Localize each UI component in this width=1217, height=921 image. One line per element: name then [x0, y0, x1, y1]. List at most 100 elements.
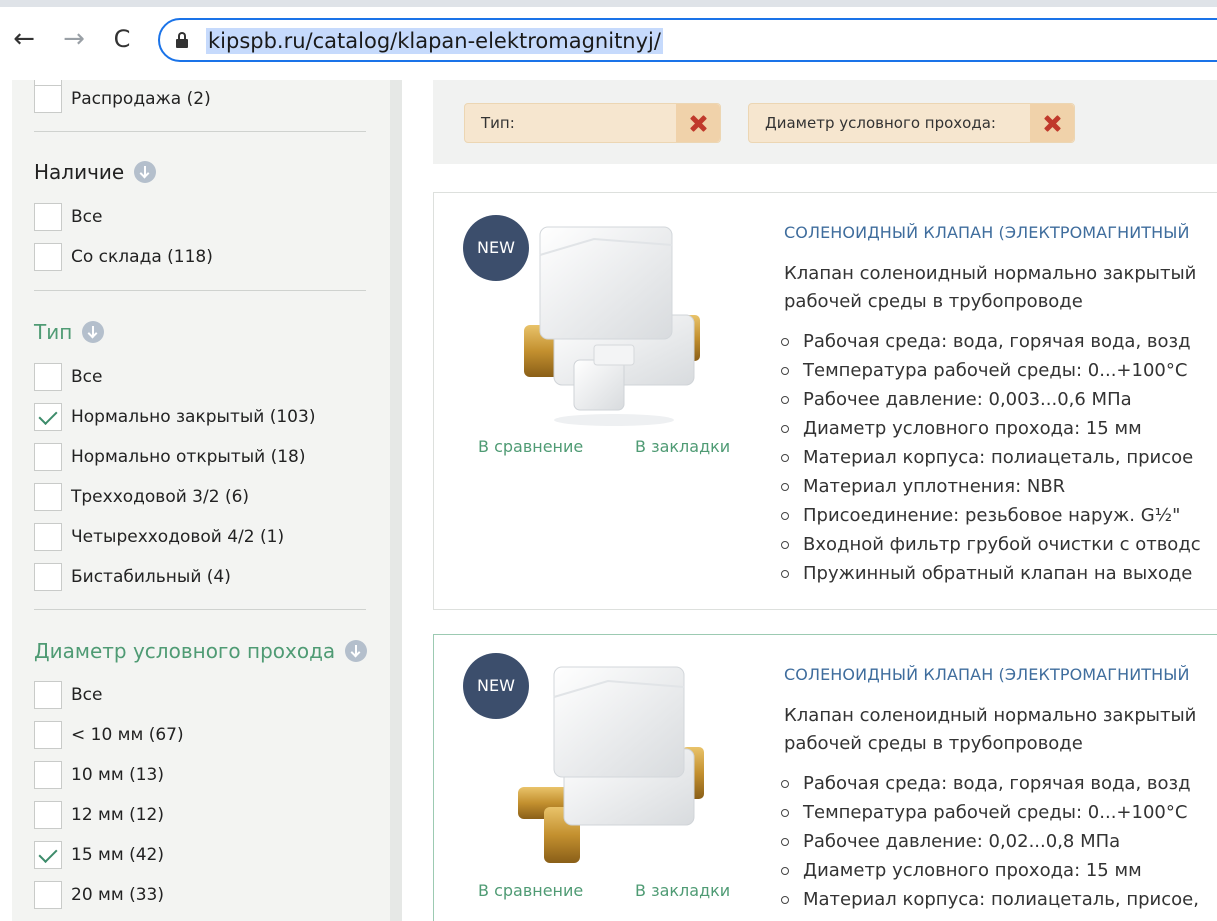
spec-item: Диаметр условного прохода: 15 мм: [778, 414, 1201, 443]
filter-option-label: Нормально открытый (18): [71, 447, 306, 467]
add-to-compare-link[interactable]: В сравнение: [478, 437, 583, 456]
product-specs: Рабочая среда: вода, горячая вода, возд …: [778, 327, 1201, 588]
lock-icon: [176, 32, 188, 48]
checkbox[interactable]: [34, 721, 62, 749]
arrow-down-circle-icon[interactable]: [134, 161, 157, 183]
product-image-solenoid-valve[interactable]: [514, 657, 714, 877]
checkbox[interactable]: [34, 563, 62, 591]
filter-option-label: Четырехходовой 4/2 (1): [71, 527, 285, 547]
product-title[interactable]: СОЛЕНОИДНЫЙ КЛАПАН (ЭЛЕКТРОМАГНИТНЫЙ: [784, 665, 1190, 684]
checkbox[interactable]: [34, 761, 62, 789]
filter-option-12[interactable]: 12 мм (12): [34, 800, 164, 830]
product-description-line-1: Клапан соленоидный нормально закрытый: [784, 705, 1197, 726]
filter-option-10[interactable]: 10 мм (13): [34, 760, 164, 790]
url-text[interactable]: kipspb.ru/catalog/klapan-elektromagnitny…: [206, 28, 663, 54]
filter-option-three-way[interactable]: Трехходовой 3/2 (6): [34, 482, 249, 512]
checkbox-checked[interactable]: [34, 403, 62, 431]
filter-sidebar: Распродажа (2) Наличие Все Со склада (11…: [12, 80, 390, 921]
filter-option-sale[interactable]: Распродажа (2): [34, 84, 211, 114]
filter-option-label: 15 мм (42): [71, 845, 164, 865]
sidebar-scroll-gutter: [390, 80, 402, 921]
checkbox[interactable]: [34, 243, 62, 271]
spec-item: Материал уплотнения: NBR: [778, 472, 1201, 501]
filter-option-bistable[interactable]: Бистабильный (4): [34, 562, 231, 592]
spec-item: Диаметр условного прохода: 15 мм: [778, 856, 1199, 885]
filter-option-label: Все: [71, 207, 103, 227]
filter-option-label: 12 мм (12): [71, 805, 164, 825]
active-filters-bar: Тип: Диаметр условного прохода:: [433, 80, 1217, 164]
product-image-solenoid-valve[interactable]: [514, 215, 714, 435]
add-to-compare-link[interactable]: В сравнение: [478, 881, 583, 900]
filter-option-label: Нормально закрытый (103): [71, 407, 316, 427]
product-description-line-1: Клапан соленоидный нормально закрытый: [784, 263, 1197, 284]
product-card[interactable]: NEW В сравнение В закладки СОЛЕНОИДНЫЙ К…: [433, 192, 1217, 610]
address-bar[interactable]: kipspb.ru/catalog/klapan-elektromagnitny…: [158, 18, 1217, 62]
filter-option-normally-open[interactable]: Нормально открытый (18): [34, 442, 305, 472]
tab-strip-edge: [0, 0, 1217, 7]
checkbox[interactable]: [34, 523, 62, 551]
filter-option-label: Трехходовой 3/2 (6): [71, 487, 250, 507]
active-filter-diameter: Диаметр условного прохода:: [748, 103, 1075, 143]
product-description-line-2: рабочей среды в трубопроводе: [784, 733, 1083, 754]
reload-icon[interactable]: C: [106, 22, 138, 56]
checkbox[interactable]: [34, 801, 62, 829]
filter-option-15[interactable]: 15 мм (42): [34, 840, 164, 870]
filter-option-label: Со склада (118): [71, 247, 213, 267]
filter-option-label: Все: [71, 367, 103, 387]
spec-item: Рабочая среда: вода, горячая вода, возд: [778, 769, 1199, 798]
arrow-down-circle-icon[interactable]: [345, 640, 368, 662]
filter-option-in-stock[interactable]: Со склада (118): [34, 242, 213, 272]
active-filter-type: Тип:: [464, 103, 721, 143]
product-title[interactable]: СОЛЕНОИДНЫЙ КЛАПАН (ЭЛЕКТРОМАГНИТНЫЙ: [784, 223, 1190, 242]
add-to-bookmarks-link[interactable]: В закладки: [635, 881, 730, 900]
back-arrow-icon[interactable]: ←: [8, 22, 40, 56]
product-specs: Рабочая среда: вода, горячая вода, возд …: [778, 769, 1199, 914]
arrow-down-circle-icon[interactable]: [82, 321, 105, 343]
checkbox[interactable]: [34, 681, 62, 709]
filter-option-label: Бистабильный (4): [71, 567, 231, 587]
checkbox[interactable]: [34, 483, 62, 511]
filter-option-normally-closed[interactable]: Нормально закрытый (103): [34, 402, 315, 432]
divider: [34, 131, 366, 132]
filter-option-label: < 10 мм (67): [71, 725, 184, 745]
spec-item: Материал корпуса: полиацеталь, присое,: [778, 885, 1199, 914]
checkbox[interactable]: [34, 881, 62, 909]
chip-label: Тип:: [481, 114, 515, 132]
spec-item: Температура рабочей среды: 0...+100°C: [778, 356, 1201, 385]
checkbox[interactable]: [34, 203, 62, 231]
spec-item: Рабочая среда: вода, горячая вода, возд: [778, 327, 1201, 356]
checkbox-checked[interactable]: [34, 841, 62, 869]
filter-option-lt-10[interactable]: < 10 мм (67): [34, 720, 184, 750]
spec-item: Пружинный обратный клапан на выходе: [778, 559, 1201, 588]
filter-option-20[interactable]: 20 мм (33): [34, 880, 164, 910]
browser-toolbar: ← → C kipspb.ru/catalog/klapan-elektroma…: [0, 0, 1217, 80]
filter-option-label: Все: [71, 685, 103, 705]
filter-title-diameter[interactable]: Диаметр условного прохода: [34, 636, 368, 666]
remove-filter-icon[interactable]: [676, 104, 720, 142]
spec-item: Рабочее давление: 0,003...0,6 МПа: [778, 385, 1201, 414]
filter-option-type-all[interactable]: Все: [34, 362, 102, 392]
product-card[interactable]: NEW В сравнение В закладки СОЛЕНОИДНЫЙ К…: [433, 634, 1217, 921]
filter-option-diameter-all[interactable]: Все: [34, 680, 102, 710]
remove-filter-icon[interactable]: [1030, 104, 1074, 142]
spec-item: Рабочее давление: 0,02...0,8 МПа: [778, 827, 1199, 856]
filter-option-label: 10 мм (13): [71, 765, 164, 785]
chip-label: Диаметр условного прохода:: [765, 114, 996, 132]
divider: [34, 609, 366, 610]
checkbox[interactable]: [34, 363, 62, 391]
filter-title-type[interactable]: Тип: [34, 317, 105, 347]
product-description-line-2: рабочей среды в трубопроводе: [784, 291, 1083, 312]
checkbox-sale[interactable]: [34, 85, 62, 113]
filter-option-availability-all[interactable]: Все: [34, 202, 102, 232]
add-to-bookmarks-link[interactable]: В закладки: [635, 437, 730, 456]
filter-option-label: Распродажа (2): [71, 89, 211, 109]
filter-option-label: 20 мм (33): [71, 885, 164, 905]
spec-item: Материал корпуса: полиацеталь, присое: [778, 443, 1201, 472]
spec-item: Присоединение: резьбовое наруж. G½": [778, 501, 1201, 530]
forward-arrow-icon[interactable]: →: [58, 22, 90, 56]
checkbox[interactable]: [34, 443, 62, 471]
filter-option-four-way[interactable]: Четырехходовой 4/2 (1): [34, 522, 284, 552]
filter-title-availability[interactable]: Наличие: [34, 157, 157, 187]
spec-item: Температура рабочей среды: 0...+100°C: [778, 798, 1199, 827]
divider: [34, 290, 366, 291]
